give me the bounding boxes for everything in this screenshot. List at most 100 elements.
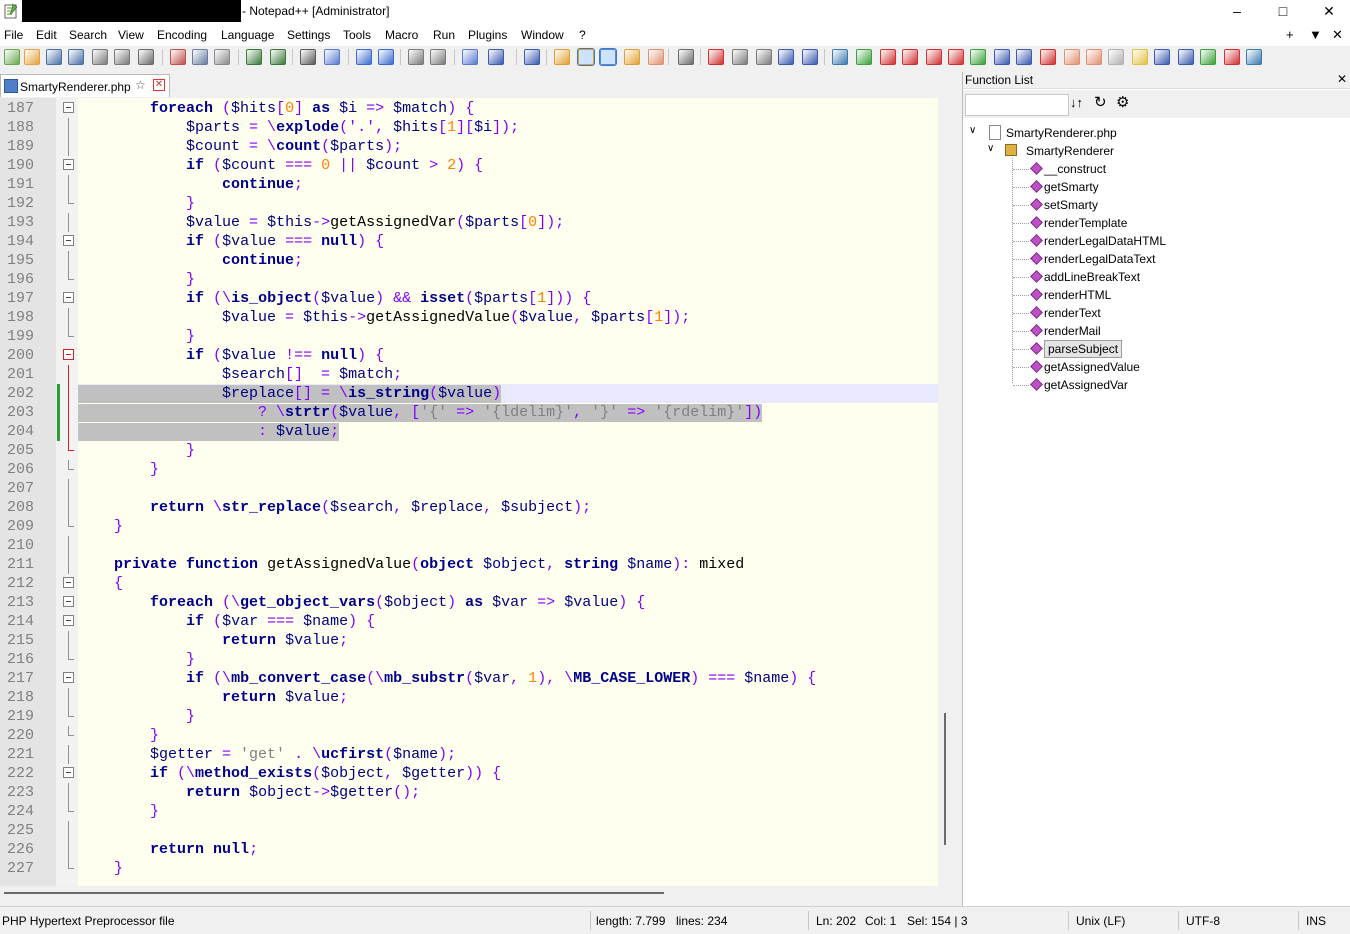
- code-line[interactable]: 225: [0, 821, 938, 840]
- code-text[interactable]: $search[] = $match;: [78, 366, 402, 384]
- code-line[interactable]: 206 }: [0, 460, 938, 479]
- last-diff-icon[interactable]: [948, 49, 964, 65]
- code-line[interactable]: 188 $parts = \explode('.', $hits[1][$i])…: [0, 118, 938, 137]
- fold-toggle-icon[interactable]: [63, 102, 74, 113]
- tree-method-renderhtml[interactable]: renderHTML: [1029, 286, 1229, 304]
- code-line[interactable]: 209 }: [0, 517, 938, 536]
- tag-icon[interactable]: [1178, 49, 1194, 65]
- vertical-scroll-thumb[interactable]: [944, 713, 946, 845]
- tree-method-renderlegaldatatext[interactable]: renderLegalDataText: [1029, 250, 1229, 268]
- menu-settings[interactable]: Settings: [287, 28, 330, 42]
- prev-diff-icon[interactable]: [902, 49, 918, 65]
- code-line[interactable]: 216 }: [0, 650, 938, 669]
- code-line[interactable]: 213 foreach (\get_object_vars($object) a…: [0, 593, 938, 612]
- menu-plugins[interactable]: Plugins: [468, 28, 507, 42]
- menu-tools[interactable]: Tools: [343, 28, 371, 42]
- code-text[interactable]: return $object->$getter();: [78, 784, 420, 802]
- tree-method-getsmarty[interactable]: getSmarty: [1029, 178, 1229, 196]
- gear-icon[interactable]: ⚙: [1116, 93, 1129, 111]
- fold-toggle-icon[interactable]: [63, 767, 74, 778]
- code-line[interactable]: 192 }: [0, 194, 938, 213]
- pin-icon[interactable]: ☆: [135, 78, 146, 92]
- tree-method-addlinebreaktext[interactable]: addLineBreakText: [1029, 268, 1229, 286]
- record-macro-icon[interactable]: [708, 49, 724, 65]
- code-text[interactable]: if ($value !== null) {: [78, 347, 384, 365]
- code-text[interactable]: $value = $this->getAssignedVar($parts[0]…: [78, 214, 564, 232]
- sync-horizontal-icon[interactable]: [430, 49, 446, 65]
- code-text[interactable]: return $value;: [78, 632, 348, 650]
- tab-list-dropdown-icon[interactable]: ▼: [1309, 27, 1322, 42]
- replace-icon[interactable]: [324, 49, 340, 65]
- monitor-icon[interactable]: [678, 49, 694, 65]
- doc4-icon[interactable]: [1132, 49, 1148, 65]
- code-text[interactable]: }: [78, 271, 195, 289]
- save-macro-icon[interactable]: [802, 49, 818, 65]
- function-list-icon[interactable]: [599, 48, 617, 66]
- code-line[interactable]: 226 return null;: [0, 840, 938, 859]
- vertical-scrollbar[interactable]: [938, 98, 958, 886]
- next-diff-icon[interactable]: [926, 49, 942, 65]
- tree-method-construct[interactable]: __construct: [1029, 160, 1229, 178]
- fold-toggle-icon[interactable]: [63, 349, 74, 360]
- code-text[interactable]: continue;: [78, 252, 303, 270]
- horizontal-scrollbar[interactable]: [0, 886, 958, 904]
- code-line[interactable]: 220 }: [0, 726, 938, 745]
- code-line[interactable]: 222 if (\method_exists($object, $getter)…: [0, 764, 938, 783]
- save-icon[interactable]: [46, 49, 62, 65]
- code-text[interactable]: : $value;: [78, 423, 340, 441]
- menu-view[interactable]: View: [118, 28, 144, 42]
- code-line[interactable]: 198 $value = $this->getAssignedValue($va…: [0, 308, 938, 327]
- open-file-icon[interactable]: [24, 49, 40, 65]
- code-text[interactable]: }: [78, 651, 195, 669]
- code-text[interactable]: if ($value === null) {: [78, 233, 384, 251]
- code-text[interactable]: return \str_replace($search, $replace, $…: [78, 499, 591, 517]
- find-icon[interactable]: [300, 49, 316, 65]
- code-text[interactable]: $parts = \explode('.', $hits[1][$i]);: [78, 119, 519, 137]
- check-icon[interactable]: [856, 49, 872, 65]
- code-line[interactable]: 218 return $value;: [0, 688, 938, 707]
- code-text[interactable]: }: [78, 708, 195, 726]
- close-icon[interactable]: ✕: [153, 79, 165, 91]
- code-text[interactable]: return null;: [78, 841, 258, 859]
- redo-icon[interactable]: [270, 49, 286, 65]
- code-line[interactable]: 200 if ($value !== null) {: [0, 346, 938, 365]
- tree-method-rendertext[interactable]: renderText: [1029, 304, 1229, 322]
- tree-method-rendermail[interactable]: renderMail: [1029, 322, 1229, 340]
- function-search-input[interactable]: [965, 94, 1069, 116]
- settings-icon[interactable]: [1246, 49, 1262, 65]
- fold-toggle-icon[interactable]: [63, 577, 74, 588]
- close-document-icon[interactable]: ✕: [1332, 27, 1343, 43]
- code-text[interactable]: }: [78, 860, 123, 878]
- fold-toggle-icon[interactable]: [63, 596, 74, 607]
- code-text[interactable]: $getter = 'get' . \ucfirst($name);: [78, 746, 456, 764]
- run-macro-multiple-icon[interactable]: [778, 49, 794, 65]
- fold-toggle-icon[interactable]: [63, 159, 74, 170]
- code-line[interactable]: 195 continue;: [0, 251, 938, 270]
- save-all-icon[interactable]: [68, 49, 84, 65]
- close-icon[interactable]: [92, 49, 108, 65]
- tree-class-node[interactable]: ∨ SmartyRenderer: [987, 142, 1187, 160]
- code-line[interactable]: 215 return $value;: [0, 631, 938, 650]
- tree-method-rendertemplate[interactable]: renderTemplate: [1029, 214, 1229, 232]
- code-line[interactable]: 214 if ($var === $name) {: [0, 612, 938, 631]
- code-line[interactable]: 227 }: [0, 859, 938, 878]
- folder-workspace-icon[interactable]: [624, 49, 640, 65]
- code-text[interactable]: {: [78, 575, 123, 593]
- tag3-icon[interactable]: [1224, 49, 1240, 65]
- code-line[interactable]: 203 ? \strtr($value, ['{' => '{ldelim}',…: [0, 403, 938, 422]
- code-line[interactable]: 194 if ($value === null) {: [0, 232, 938, 251]
- code-line[interactable]: 190 if ($count === 0 || $count > 2) {: [0, 156, 938, 175]
- code-line[interactable]: 211 private function getAssignedValue(ob…: [0, 555, 938, 574]
- diff-arrow2-icon[interactable]: [1016, 49, 1032, 65]
- fold-toggle-icon[interactable]: [63, 235, 74, 246]
- status-encoding[interactable]: UTF-8: [1186, 914, 1220, 928]
- fold-toggle-icon[interactable]: [63, 292, 74, 303]
- edit-tag-icon[interactable]: [1154, 49, 1170, 65]
- code-text[interactable]: return $value;: [78, 689, 348, 707]
- new-file-icon[interactable]: [4, 49, 20, 65]
- code-line[interactable]: 191 continue;: [0, 175, 938, 194]
- horizontal-scroll-thumb[interactable]: [4, 892, 664, 894]
- menu-window[interactable]: Window: [521, 28, 564, 42]
- menu-search[interactable]: Search: [69, 28, 107, 42]
- menu-run[interactable]: Run: [433, 28, 455, 42]
